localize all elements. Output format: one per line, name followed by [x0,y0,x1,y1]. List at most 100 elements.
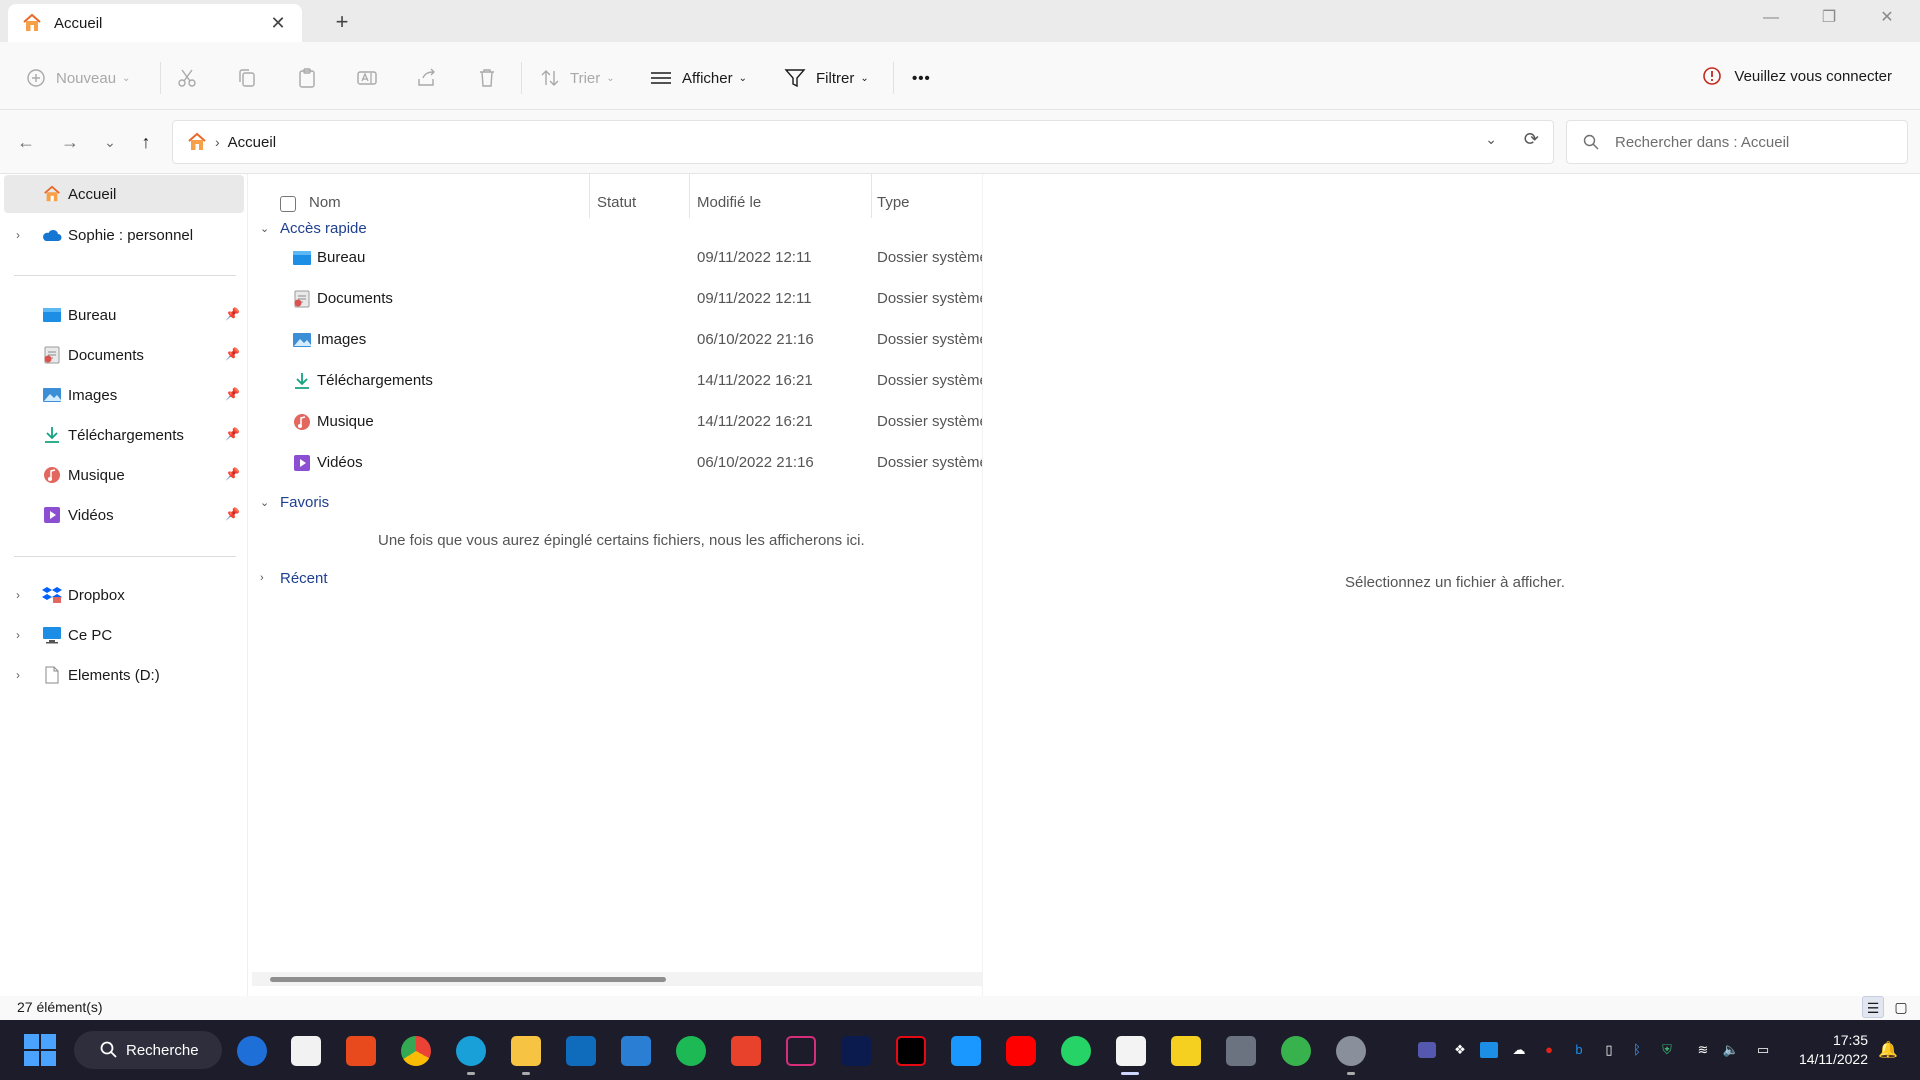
minimize-button[interactable]: — [1742,0,1800,38]
table-row[interactable]: Musique 14/11/2022 16:21 Dossier système [248,403,988,441]
delete-button[interactable] [476,64,498,92]
copy-button[interactable] [236,64,258,92]
sidebar-item-images[interactable]: Images 📌 [4,376,244,414]
sign-in-prompt[interactable]: Veuillez vous connecter [1702,66,1892,86]
details-view-button[interactable]: ☰ [1862,996,1884,1018]
sidebar-item-onedrive[interactable]: › Sophie : personnel [4,216,244,254]
network-app-icon[interactable] [621,1036,651,1066]
group-header-recent[interactable]: › Récent [260,566,328,590]
sidebar-item-musique[interactable]: Musique 📌 [4,456,244,494]
chevron-right-icon[interactable]: › [16,628,20,642]
column-divider[interactable] [689,174,690,218]
tips-app-icon[interactable] [237,1036,267,1066]
sidebar-item-videos[interactable]: Vidéos 📌 [4,496,244,534]
security-shield-icon[interactable]: ⛨ [1658,1042,1676,1058]
office-app-icon[interactable] [346,1036,376,1066]
pin-icon[interactable]: 📌 [225,427,240,441]
chevron-down-icon[interactable]: ⌄ [1485,131,1497,148]
dropbox-icon[interactable]: ❖ [1451,1042,1469,1058]
column-header-status[interactable]: Statut [597,188,636,218]
sticky-notes-app-icon[interactable] [1171,1036,1201,1066]
maximize-button[interactable]: ❐ [1800,0,1858,38]
table-row[interactable]: Vidéos 06/10/2022 21:16 Dossier système [248,444,988,482]
pin-icon[interactable]: 📌 [225,347,240,361]
table-row[interactable]: Téléchargements 14/11/2022 16:21 Dossier… [248,362,988,400]
prime-video-app-icon[interactable] [951,1036,981,1066]
filter-button[interactable]: Filtrer ⌄ [784,64,869,92]
pin-icon[interactable]: 📌 [225,507,240,521]
spotify-app-icon[interactable] [676,1036,706,1066]
sidebar-item-ce-pc[interactable]: › Ce PC [4,616,244,654]
refresh-icon[interactable]: ⟳ [1524,129,1539,150]
disney-plus-app-icon[interactable] [841,1036,871,1066]
new-button[interactable]: Nouveau ⌄ [26,64,130,92]
view-button[interactable]: Afficher ⌄ [650,64,747,92]
sidebar-item-home[interactable]: Accueil [4,175,244,213]
youtube-app-icon[interactable] [1006,1036,1036,1066]
sidebar-item-telechargements[interactable]: Téléchargements 📌 [4,416,244,454]
tray-app-icon[interactable] [1480,1042,1498,1058]
notification-bell-icon[interactable]: 🔔 [1878,1040,1898,1060]
usb-drive-icon[interactable]: ▯ [1600,1042,1618,1058]
antivirus-icon[interactable]: ● [1540,1042,1558,1058]
file-explorer-app-icon[interactable] [511,1036,541,1066]
column-divider[interactable] [589,174,590,218]
sidebar-item-documents[interactable]: Documents 📌 [4,336,244,374]
bing-icon[interactable]: b [1570,1042,1588,1058]
forward-button[interactable]: → [56,130,84,154]
edge-app-icon[interactable] [456,1036,486,1066]
chrome-app-icon[interactable] [401,1036,431,1066]
paste-button[interactable] [296,64,318,92]
chevron-right-icon[interactable]: › [16,588,20,602]
more-options-button[interactable]: ••• [912,64,931,92]
whatsapp-app-icon[interactable] [1061,1036,1091,1066]
column-header-name[interactable]: Nom [309,188,341,218]
taskbar-search[interactable]: Recherche [74,1031,222,1069]
new-tab-button[interactable]: + [330,10,354,34]
sidebar-item-bureau[interactable]: Bureau 📌 [4,296,244,334]
netflix-app-icon[interactable] [896,1036,926,1066]
cut-button[interactable] [176,64,198,92]
scrollbar-thumb[interactable] [270,977,666,982]
battery-icon[interactable]: ▭ [1754,1042,1772,1058]
taskbar-clock[interactable]: 17:35 14/11/2022 [1792,1031,1868,1069]
pin-icon[interactable]: 📌 [225,307,240,321]
search-input[interactable]: Rechercher dans : Accueil [1566,120,1908,164]
store-app-icon[interactable] [291,1036,321,1066]
pin-icon[interactable]: 📌 [225,387,240,401]
pen-app-icon[interactable] [786,1036,816,1066]
back-button[interactable]: ← [12,130,40,154]
onedrive-cloud-icon[interactable]: ☁ [1510,1042,1528,1058]
teams-icon[interactable] [1418,1042,1436,1058]
adobe-app-icon[interactable] [731,1036,761,1066]
column-divider[interactable] [871,174,872,218]
close-window-button[interactable]: ✕ [1858,0,1916,38]
breadcrumb-item-accueil[interactable]: Accueil [228,134,276,151]
close-tab-button[interactable]: ✕ [268,13,288,33]
outlook-app-icon[interactable] [566,1036,596,1066]
table-row[interactable]: Documents 09/11/2022 12:11 Dossier systè… [248,280,988,318]
calculator-app-icon[interactable] [1226,1036,1256,1066]
sort-button[interactable]: Trier ⌄ [540,64,615,92]
up-button[interactable]: ↑ [132,130,160,154]
bluetooth-icon[interactable]: ᛒ [1628,1042,1646,1058]
table-row[interactable]: Bureau 09/11/2022 12:11 Dossier système [248,239,988,277]
tab-accueil[interactable]: Accueil ✕ [8,4,302,42]
select-all-checkbox[interactable] [280,196,296,212]
column-header-modified[interactable]: Modifié le [697,188,761,218]
group-header-favorites[interactable]: ⌄ Favoris [260,490,329,514]
tiles-view-button[interactable]: ▢ [1890,996,1912,1018]
table-row[interactable]: Images 06/10/2022 21:16 Dossier système [248,321,988,359]
group-header-quick-access[interactable]: ⌄ Accès rapide [260,216,367,240]
chevron-right-icon[interactable]: › [16,228,20,242]
sidebar-item-dropbox[interactable]: › Dropbox [4,576,244,614]
address-bar[interactable]: › Accueil ⌄ ⟳ [172,120,1554,164]
share-button[interactable] [416,64,438,92]
horizontal-scrollbar[interactable] [252,972,982,986]
recent-locations-button[interactable]: ⌄ [96,130,124,154]
chevron-right-icon[interactable]: › [16,668,20,682]
settings-app-icon[interactable] [1336,1036,1366,1066]
snipping-tool-app-icon[interactable] [1116,1036,1146,1066]
green-app-icon[interactable] [1281,1036,1311,1066]
volume-icon[interactable]: 🔈 [1722,1042,1740,1058]
